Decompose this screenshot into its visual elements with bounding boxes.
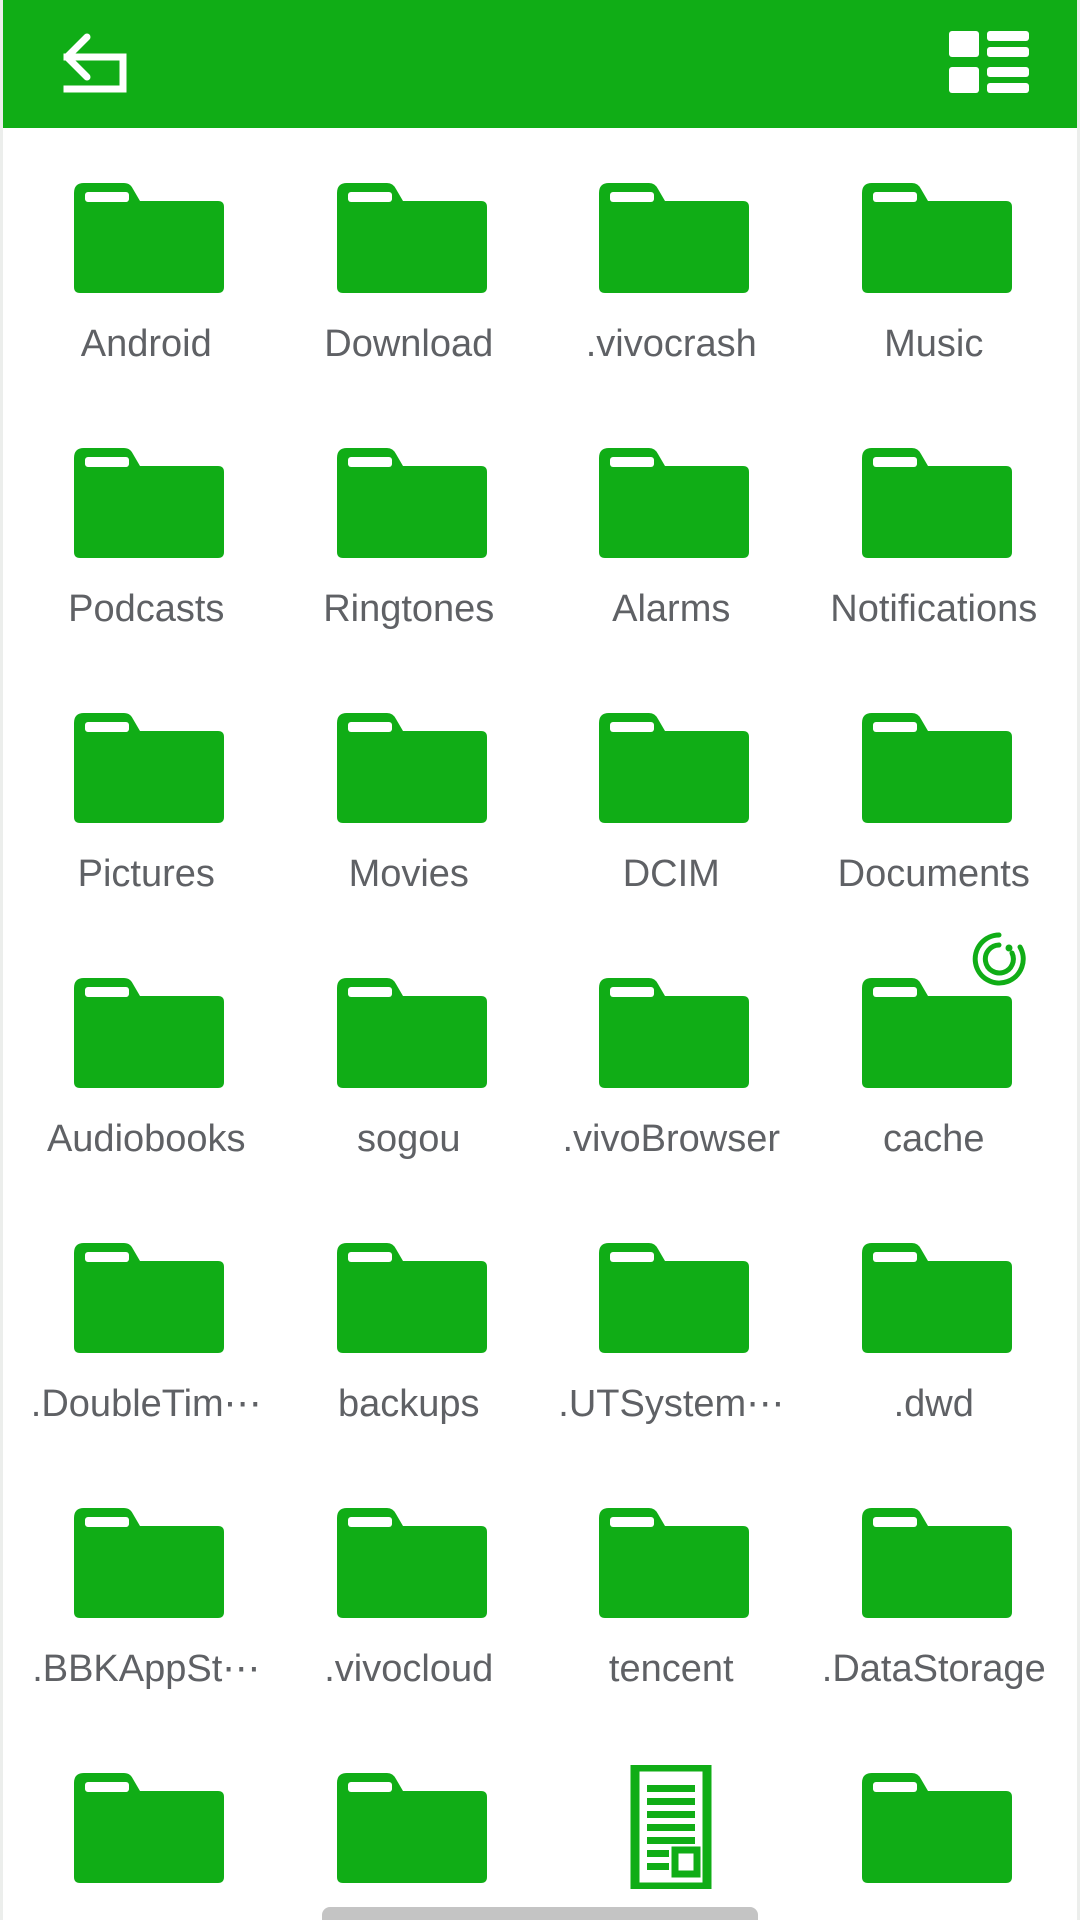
folder-icon [331, 440, 487, 564]
folder-icon [593, 1500, 750, 1624]
file-grid-item[interactable]: cache [803, 932, 1066, 1223]
folder-icon [68, 440, 225, 564]
file-grid-item-label: Download [324, 323, 494, 365]
back-button[interactable] [47, 24, 143, 104]
folder-icon [593, 970, 750, 1094]
file-grid-item[interactable] [278, 1753, 541, 1920]
folder-icon [856, 440, 1012, 564]
file-grid-item-label: Notifications [830, 588, 1038, 630]
folder-icon [68, 175, 225, 299]
file-grid-item-label: .DataStorage [821, 1648, 1046, 1690]
file-grid-item[interactable]: .BBKAppSt⋯ [15, 1488, 278, 1753]
file-grid-item[interactable] [540, 1753, 803, 1920]
file-grid-item[interactable]: backups [278, 1223, 541, 1488]
folder-icon [331, 1500, 487, 1624]
file-grid-item[interactable]: Podcasts [15, 428, 278, 693]
file-grid-item[interactable]: DCIM [540, 693, 803, 958]
file-grid-item[interactable]: Documents [803, 693, 1066, 958]
view-toggle-button[interactable] [943, 24, 1035, 104]
file-grid-item[interactable]: Alarms [540, 428, 803, 693]
folder-icon [68, 1765, 225, 1889]
file-grid-scroll-area[interactable]: Android Download .vivocrash Music Podcasts Ri… [3, 128, 1077, 1920]
file-grid-item[interactable]: Ringtones [278, 428, 541, 693]
file-grid-item-label: Music [884, 323, 984, 365]
file-grid-item[interactable]: Android [15, 163, 278, 428]
file-grid-item-label: sogou [356, 1118, 461, 1160]
file-grid-item[interactable]: .dwd [803, 1223, 1066, 1488]
back-arrow-icon [47, 23, 143, 106]
file-grid-item-label: Audiobooks [46, 1118, 246, 1160]
file-grid-item-label: .dwd [893, 1383, 974, 1425]
file-grid: Android Download .vivocrash Music Podcasts Ri… [3, 128, 1077, 1920]
folder-icon [856, 1500, 1012, 1624]
file-grid-item-label: .BBKAppSt⋯ [32, 1648, 261, 1690]
file-grid-item-label: .vivocrash [585, 323, 757, 365]
file-grid-item-label: Movies [348, 853, 469, 895]
file-grid-item[interactable] [803, 1753, 1066, 1920]
file-grid-item[interactable]: Movies [278, 693, 541, 958]
document-icon [593, 1765, 749, 1889]
file-manager-app: Android Download .vivocrash Music Podcasts Ri… [0, 0, 1080, 1920]
file-grid-item[interactable]: Audiobooks [15, 958, 278, 1223]
folder-icon [856, 932, 1026, 1094]
folder-icon [68, 1235, 225, 1359]
file-grid-item-label: cache [883, 1118, 985, 1160]
file-grid-item-label: Documents [837, 853, 1030, 895]
file-grid-item[interactable]: .vivocrash [540, 163, 803, 428]
folder-icon [593, 175, 750, 299]
file-grid-item[interactable]: .vivocloud [278, 1488, 541, 1753]
file-grid-item-label: tencent [608, 1648, 734, 1690]
folder-icon [856, 1235, 1012, 1359]
file-grid-item[interactable]: Pictures [15, 693, 278, 958]
file-grid-item-label: Android [80, 323, 212, 365]
folder-icon [331, 1235, 487, 1359]
folder-icon [593, 440, 750, 564]
top-app-bar [3, 0, 1077, 128]
file-grid-item-label: Pictures [77, 853, 215, 895]
folder-icon [68, 970, 225, 1094]
file-grid-item[interactable] [15, 1753, 278, 1920]
list-view-icon [943, 23, 1035, 106]
folder-icon [331, 970, 487, 1094]
file-grid-item[interactable]: .DataStorage [803, 1488, 1066, 1753]
file-grid-item-label: DCIM [622, 853, 720, 895]
folder-icon [68, 705, 225, 829]
file-grid-item-label: Alarms [612, 588, 731, 630]
file-grid-item[interactable]: .DoubleTim⋯ [15, 1223, 278, 1488]
file-grid-item[interactable]: Notifications [803, 428, 1066, 693]
file-grid-item-label: .vivoBrowser [562, 1118, 781, 1160]
folder-icon [856, 705, 1012, 829]
folder-icon [331, 705, 487, 829]
folder-icon [331, 175, 487, 299]
folder-icon [856, 1765, 1012, 1889]
file-grid-item-label: .UTSystem⋯ [558, 1383, 785, 1425]
file-grid-item[interactable]: Download [278, 163, 541, 428]
folder-icon [331, 1765, 487, 1889]
file-grid-item[interactable]: Music [803, 163, 1066, 428]
file-grid-item-label: .DoubleTim⋯ [30, 1383, 262, 1425]
folder-icon [593, 1235, 750, 1359]
folder-icon [68, 1500, 225, 1624]
file-grid-item[interactable]: tencent [540, 1488, 803, 1753]
file-grid-item-label: Ringtones [323, 588, 495, 630]
file-grid-item-label: .vivocloud [324, 1648, 494, 1690]
file-grid-item[interactable]: .UTSystem⋯ [540, 1223, 803, 1488]
file-grid-item-label: backups [337, 1383, 480, 1425]
folder-icon [856, 175, 1012, 299]
file-grid-item[interactable]: .vivoBrowser [540, 958, 803, 1223]
folder-icon [593, 705, 750, 829]
file-grid-item-label: Podcasts [68, 588, 225, 630]
file-grid-item[interactable]: sogou [278, 958, 541, 1223]
